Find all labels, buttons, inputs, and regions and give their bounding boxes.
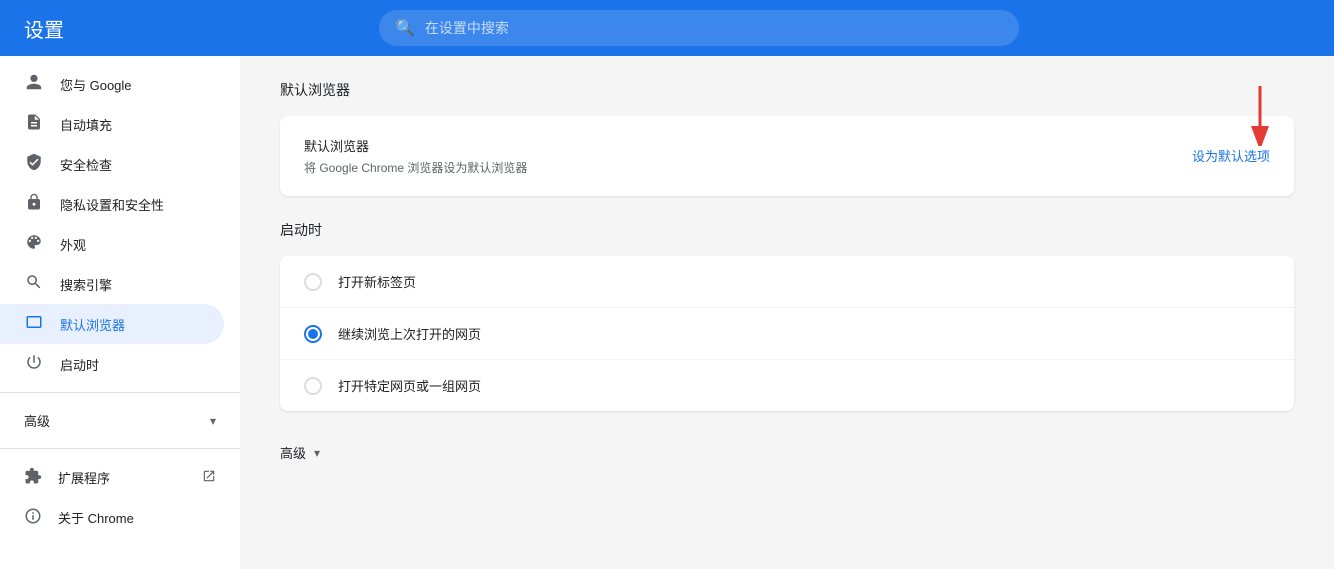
- sidebar-item-startup[interactable]: 启动时: [0, 344, 224, 384]
- advanced-chevron-icon: ▾: [210, 414, 216, 428]
- radio-specific[interactable]: 打开特定网页或一组网页: [280, 360, 1294, 411]
- main-layout: 您与 Google 自动填充 安全检查 隐私设置和安全性 外观: [0, 56, 1334, 569]
- sidebar-item-about[interactable]: 关于 Chrome: [0, 497, 240, 537]
- radio-specific-circle: [304, 377, 322, 395]
- header: 设置 🔍: [0, 0, 1334, 56]
- search-bar[interactable]: 🔍: [379, 10, 1019, 46]
- advanced-label: 高级: [24, 411, 50, 430]
- sidebar-item-search[interactable]: 搜索引擎: [0, 264, 224, 304]
- sidebar-item-extensions[interactable]: 扩展程序: [0, 457, 240, 497]
- card-title: 默认浏览器: [304, 136, 527, 155]
- card-desc: 将 Google Chrome 浏览器设为默认浏览器: [304, 159, 527, 176]
- autofill-icon: [24, 113, 44, 136]
- extensions-icon: [24, 467, 42, 488]
- sidebar: 您与 Google 自动填充 安全检查 隐私设置和安全性 外观: [0, 56, 240, 569]
- sidebar-label-startup: 启动时: [60, 355, 200, 374]
- radio-continue[interactable]: 继续浏览上次打开的网页: [280, 308, 1294, 360]
- search-engine-icon: [24, 273, 44, 296]
- sidebar-item-autofill[interactable]: 自动填充: [0, 104, 224, 144]
- sidebar-label-autofill: 自动填充: [60, 115, 200, 134]
- advanced-section[interactable]: 高级 ▾: [280, 443, 320, 462]
- startup-section-title: 启动时: [280, 220, 1294, 240]
- sidebar-label-google: 您与 Google: [60, 75, 200, 94]
- action-container: 设为默认选项: [1192, 146, 1270, 166]
- card-header: 默认浏览器 将 Google Chrome 浏览器设为默认浏览器 设为默认选项: [304, 136, 1270, 176]
- sidebar-item-appearance[interactable]: 外观: [0, 224, 224, 264]
- about-label: 关于 Chrome: [58, 508, 134, 527]
- sidebar-label-default-browser: 默认浏览器: [60, 315, 200, 334]
- sidebar-label-privacy: 隐私设置和安全性: [60, 195, 200, 214]
- advanced-chevron-icon: ▾: [314, 446, 320, 460]
- default-browser-icon: [24, 313, 44, 336]
- radio-specific-label: 打开特定网页或一组网页: [338, 376, 481, 395]
- sidebar-divider: [0, 392, 240, 393]
- default-browser-section-title: 默认浏览器: [280, 80, 1294, 100]
- advanced-section-label: 高级: [280, 443, 306, 462]
- radio-new-tab-circle: [304, 273, 322, 291]
- sidebar-item-google[interactable]: 您与 Google: [0, 64, 224, 104]
- radio-continue-label: 继续浏览上次打开的网页: [338, 324, 481, 343]
- sidebar-label-search: 搜索引擎: [60, 275, 200, 294]
- startup-card: 打开新标签页 继续浏览上次打开的网页 打开特定网页或一组网页: [280, 256, 1294, 411]
- about-icon: [24, 507, 42, 528]
- safety-icon: [24, 153, 44, 176]
- set-default-button[interactable]: 设为默认选项: [1192, 149, 1270, 164]
- external-link-icon: [202, 469, 216, 486]
- radio-new-tab[interactable]: 打开新标签页: [280, 256, 1294, 308]
- sidebar-item-default-browser[interactable]: 默认浏览器: [0, 304, 224, 344]
- page-title: 设置: [24, 14, 64, 43]
- sidebar-item-safety[interactable]: 安全检查: [0, 144, 224, 184]
- search-icon: 🔍: [395, 18, 415, 38]
- card-text: 默认浏览器 将 Google Chrome 浏览器设为默认浏览器: [304, 136, 527, 176]
- radio-new-tab-label: 打开新标签页: [338, 272, 416, 291]
- privacy-icon: [24, 193, 44, 216]
- search-input[interactable]: [425, 20, 1003, 36]
- default-browser-card: 默认浏览器 将 Google Chrome 浏览器设为默认浏览器 设为默认选项: [280, 116, 1294, 196]
- sidebar-label-appearance: 外观: [60, 235, 200, 254]
- appearance-icon: [24, 233, 44, 256]
- radio-continue-circle: [304, 325, 322, 343]
- sidebar-label-safety: 安全检查: [60, 155, 200, 174]
- sidebar-item-privacy[interactable]: 隐私设置和安全性: [0, 184, 224, 224]
- startup-icon: [24, 353, 44, 376]
- sidebar-divider-2: [0, 448, 240, 449]
- person-icon: [24, 73, 44, 96]
- extensions-label: 扩展程序: [58, 468, 186, 487]
- content-area: 默认浏览器 默认浏览器 将 Google Chrome 浏览器设为默认浏览器: [240, 56, 1334, 569]
- sidebar-advanced[interactable]: 高级 ▾: [0, 401, 240, 440]
